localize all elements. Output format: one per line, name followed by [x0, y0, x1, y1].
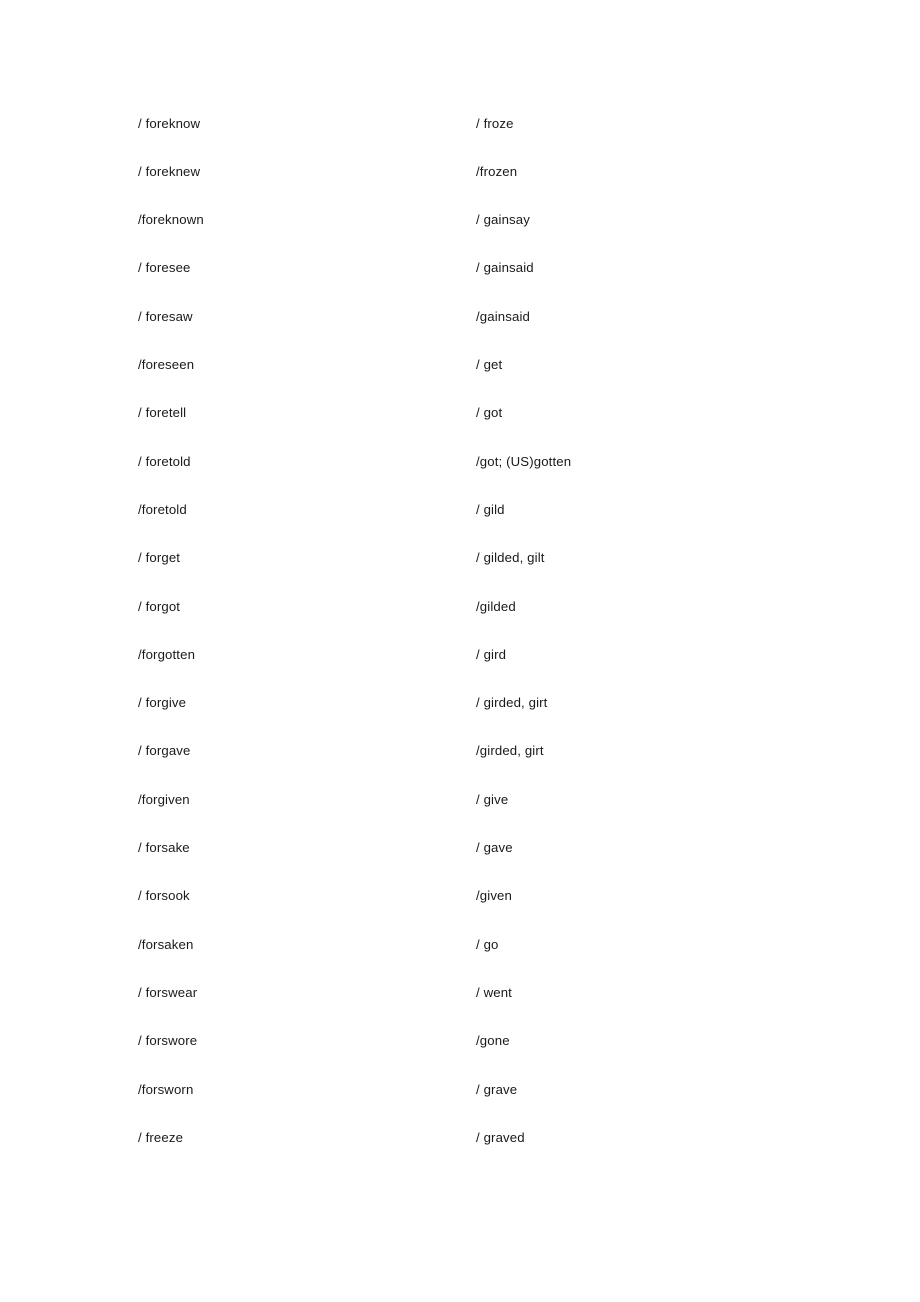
table-row: /foreseen / get: [138, 340, 778, 388]
table-row: / forsook/given: [138, 872, 778, 920]
table-row: / forswear / went: [138, 968, 778, 1016]
table-row: / foresaw/gainsaid: [138, 292, 778, 340]
table-row: / forgave/girded, girt: [138, 727, 778, 775]
verb-entry-right: / went: [476, 984, 512, 1000]
verb-entry-right: /gainsaid: [476, 308, 530, 324]
verb-entry-left: /foreknown: [138, 212, 204, 228]
verb-entry-right: / got: [476, 405, 503, 421]
table-row: / foretell / got: [138, 389, 778, 437]
table-row: /forgiven / give: [138, 775, 778, 823]
verb-entry-right: /given: [476, 888, 512, 904]
verb-entry-left: / foreknew: [138, 163, 201, 179]
table-row: /forsworn / grave: [138, 1065, 778, 1113]
verb-entry-left: / foreknow: [138, 115, 201, 131]
table-row: / forget / gilded, gilt: [138, 534, 778, 582]
verb-entry-right: / gild: [476, 501, 505, 517]
verb-entry-right: /gone: [476, 1033, 510, 1049]
verb-entry-right: / gird: [476, 646, 507, 662]
verb-entry-left: / forswore: [138, 1033, 198, 1049]
verb-entry-left: / forgive: [138, 695, 187, 711]
verb-entry-right: / get: [476, 357, 503, 373]
table-row: / foresee / gainsaid: [138, 244, 778, 292]
irregular-verbs-table: / foreknow / froze / foreknew/frozen/forek…: [138, 99, 778, 1162]
verb-entry-right: / gilded, gilt: [476, 550, 545, 566]
verb-entry-right: / froze: [476, 115, 514, 131]
verb-entry-right: /girded, girt: [476, 743, 544, 759]
verb-entry-left: / forget: [138, 550, 181, 566]
verb-entry-left: /forgotten: [138, 646, 196, 662]
verb-entry-right: / gainsaid: [476, 260, 534, 276]
verb-entry-left: / foresee: [138, 260, 191, 276]
verb-entry-left: / forgave: [138, 743, 191, 759]
table-row: /forsaken / go: [138, 920, 778, 968]
verb-entry-right: /frozen: [476, 163, 518, 179]
verb-entry-left: /foreseen: [138, 357, 195, 373]
verb-entry-left: /forsaken: [138, 936, 194, 952]
table-row: / forsake / gave: [138, 823, 778, 871]
table-row: / foretold/got; (US)gotten: [138, 437, 778, 485]
verb-entry-right: /got; (US)gotten: [476, 453, 572, 469]
verb-entry-left: /forsworn: [138, 1081, 194, 1097]
verb-rows: / foreknow / froze / foreknew/frozen/forek…: [138, 99, 778, 1162]
verb-entry-left: / forswear: [138, 984, 198, 1000]
table-row: / foreknew/frozen: [138, 147, 778, 195]
table-row: /foretold / gild: [138, 485, 778, 533]
verb-entry-left: / freeze: [138, 1129, 184, 1145]
verb-entry-right: /gilded: [476, 598, 516, 614]
verb-entry-left: / foretell: [138, 405, 187, 421]
table-row: /forgotten / gird: [138, 630, 778, 678]
verb-entry-right: / gainsay: [476, 212, 530, 228]
verb-entry-left: / forsook: [138, 888, 190, 904]
verb-entry-right: / go: [476, 936, 499, 952]
verb-entry-left: / foretold: [138, 453, 191, 469]
table-row: /foreknown / gainsay: [138, 196, 778, 244]
verb-entry-right: / give: [476, 791, 509, 807]
table-row: / foreknow / froze: [138, 99, 778, 147]
verb-entry-left: / forsake: [138, 840, 190, 856]
table-row: / forgive / girded, girt: [138, 679, 778, 727]
table-row: / forswore/gone: [138, 1017, 778, 1065]
verb-entry-right: / gave: [476, 840, 513, 856]
verb-entry-left: / foresaw: [138, 308, 193, 324]
verb-entry-right: / grave: [476, 1081, 518, 1097]
table-row: / forgot/gilded: [138, 582, 778, 630]
verb-entry-right: / graved: [476, 1129, 525, 1145]
verb-entry-left: / forgot: [138, 598, 181, 614]
table-row: / freeze / graved: [138, 1113, 778, 1161]
verb-entry-left: /foretold: [138, 501, 187, 517]
document-page: / foreknow / froze / foreknew/frozen/forek…: [0, 0, 920, 1302]
verb-entry-right: / girded, girt: [476, 695, 548, 711]
verb-entry-left: /forgiven: [138, 791, 190, 807]
